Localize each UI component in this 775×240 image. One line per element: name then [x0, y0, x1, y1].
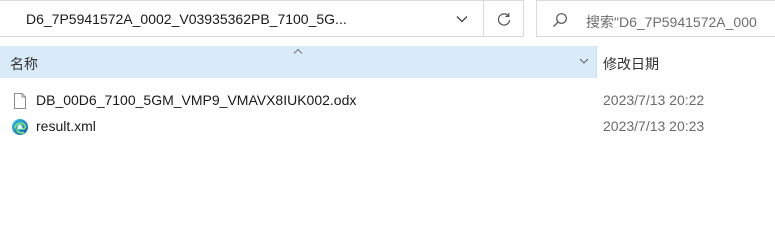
- file-date: 2023/7/13 20:23: [603, 118, 705, 134]
- generic-file-icon: [11, 92, 29, 110]
- file-name[interactable]: DB_00D6_7100_5GM_VMP9_VMAVX8IUK002.odx: [36, 92, 356, 108]
- refresh-icon: [497, 13, 511, 26]
- navigation-bar: D6_7P5941572A_0002_V03935362PB_7100_5G..…: [0, 0, 775, 38]
- file-date: 2023/7/13 20:22: [603, 92, 705, 108]
- file-row[interactable]: DB_00D6_7100_5GM_VMP9_VMAVX8IUK002.odx 2…: [0, 88, 775, 114]
- address-path[interactable]: D6_7P5941572A_0002_V03935362PB_7100_5G..…: [26, 11, 347, 27]
- edge-xml-icon: [11, 118, 29, 136]
- column-header-row: 名称 修改日期: [0, 46, 775, 78]
- sort-ascending-icon: [292, 42, 304, 60]
- file-explorer-window: D6_7P5941572A_0002_V03935362PB_7100_5G..…: [0, 0, 775, 204]
- column-header-date[interactable]: 修改日期: [597, 46, 775, 78]
- column-header-name[interactable]: 名称: [0, 46, 597, 78]
- file-name[interactable]: result.xml: [36, 118, 96, 134]
- search-icon: [552, 12, 568, 33]
- column-name-label: 名称: [10, 56, 38, 72]
- chevron-down-icon[interactable]: [454, 11, 470, 27]
- file-row[interactable]: result.xml 2023/7/13 20:23: [0, 114, 775, 140]
- search-placeholder: 搜索"D6_7P5941572A_000: [586, 14, 757, 30]
- refresh-button[interactable]: [484, 0, 524, 37]
- search-input[interactable]: 搜索"D6_7P5941572A_000: [536, 0, 775, 37]
- column-dropdown-icon[interactable]: [577, 54, 591, 73]
- column-date-label: 修改日期: [603, 56, 659, 72]
- address-bar[interactable]: D6_7P5941572A_0002_V03935362PB_7100_5G..…: [0, 0, 484, 37]
